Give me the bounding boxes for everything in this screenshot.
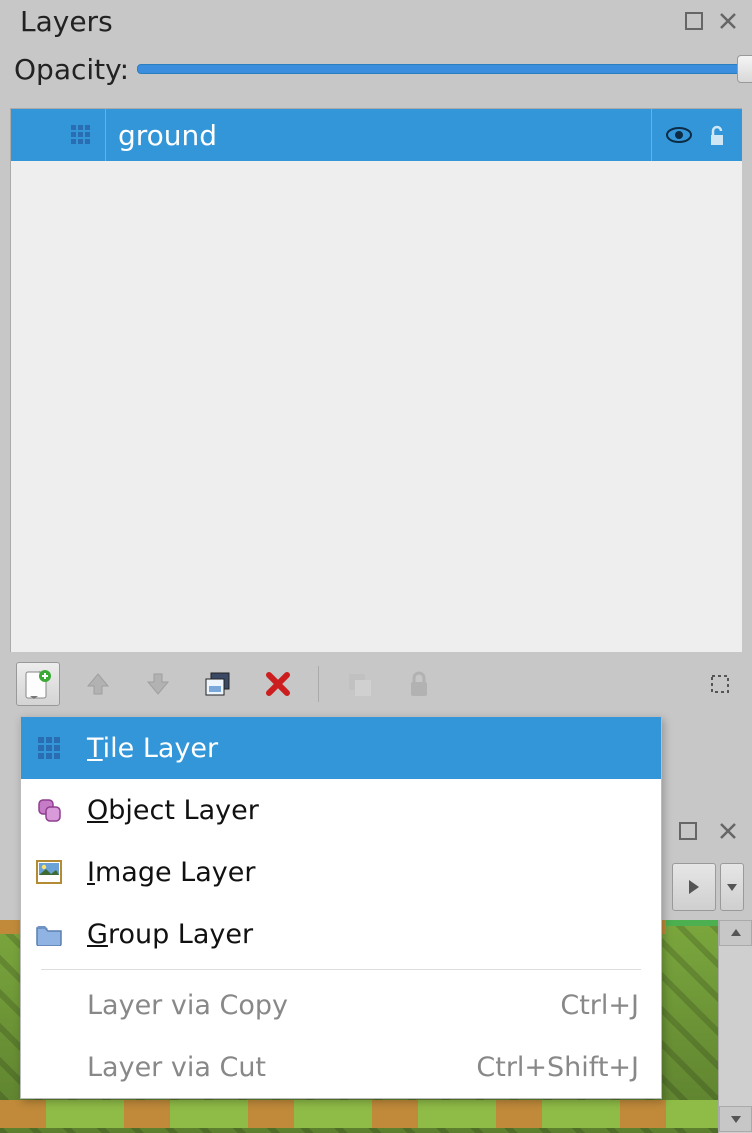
layers-panel-header: Layers — [0, 0, 752, 42]
duplicate-layer-button[interactable] — [196, 662, 240, 706]
move-layer-down-button[interactable] — [136, 662, 180, 706]
panel-float-button[interactable] — [680, 7, 708, 35]
menu-item-label: Tile Layer — [87, 733, 639, 764]
delete-layer-button[interactable] — [256, 662, 300, 706]
panel-title: Layers — [20, 5, 674, 38]
layer-name-cell[interactable]: ground — [105, 109, 652, 161]
menu-item-layer-via-cut: Layer via Cut Ctrl+Shift+J — [21, 1036, 661, 1098]
layer-list[interactable]: ground — [10, 108, 742, 652]
new-layer-menu: Tile Layer Object Layer Image Layer — [20, 716, 662, 1099]
highlight-layer-button[interactable] — [698, 662, 742, 706]
opacity-slider-thumb[interactable] — [737, 55, 752, 83]
image-icon — [33, 856, 65, 888]
menu-separator — [41, 969, 641, 970]
lock-icon[interactable] — [706, 123, 728, 147]
layer-list-container: ground — [0, 96, 752, 652]
menu-item-group-layer[interactable]: Group Layer — [21, 903, 661, 965]
blank-icon — [33, 1051, 65, 1083]
panel-close-button[interactable] — [714, 7, 742, 35]
vertical-scrollbar[interactable] — [718, 920, 752, 1133]
layers-toolbar — [0, 652, 752, 716]
menu-item-object-layer[interactable]: Object Layer — [21, 779, 661, 841]
layer-row[interactable]: ground — [11, 109, 742, 161]
tile-layer-icon — [69, 123, 93, 147]
menu-item-label: Image Layer — [87, 857, 639, 888]
merge-layer-button[interactable] — [337, 662, 381, 706]
object-icon — [33, 794, 65, 826]
tileset-preview-edge-bottom — [0, 1100, 718, 1128]
tab-scroll-right-button[interactable] — [672, 863, 716, 911]
blank-icon — [33, 989, 65, 1021]
menu-item-shortcut: Ctrl+J — [560, 990, 639, 1021]
folder-icon — [33, 918, 65, 950]
tab-menu-dropdown[interactable] — [720, 863, 744, 911]
scroll-down-arrow[interactable] — [719, 1106, 752, 1132]
opacity-label: Opacity: — [14, 53, 129, 86]
secondary-close-button[interactable] — [714, 817, 742, 845]
menu-item-shortcut: Ctrl+Shift+J — [476, 1052, 639, 1083]
menu-item-label: Group Layer — [87, 919, 639, 950]
new-layer-button[interactable] — [16, 662, 60, 706]
grid-icon — [33, 732, 65, 764]
toolbar-separator — [318, 666, 319, 702]
menu-item-label: Object Layer — [87, 795, 639, 826]
move-layer-up-button[interactable] — [76, 662, 120, 706]
scroll-up-arrow[interactable] — [719, 920, 752, 946]
secondary-float-button[interactable] — [674, 817, 702, 845]
menu-item-layer-via-copy: Layer via Copy Ctrl+J — [21, 974, 661, 1036]
opacity-row: Opacity: — [0, 42, 752, 96]
layer-name: ground — [118, 119, 217, 152]
menu-item-label: Layer via Copy — [87, 990, 560, 1021]
lock-layer-button[interactable] — [397, 662, 441, 706]
menu-item-tile-layer[interactable]: Tile Layer — [21, 717, 661, 779]
opacity-slider[interactable] — [137, 64, 752, 74]
menu-item-label: Layer via Cut — [87, 1052, 476, 1083]
menu-item-image-layer[interactable]: Image Layer — [21, 841, 661, 903]
scroll-track[interactable] — [719, 946, 752, 1106]
visibility-icon[interactable] — [666, 126, 692, 144]
